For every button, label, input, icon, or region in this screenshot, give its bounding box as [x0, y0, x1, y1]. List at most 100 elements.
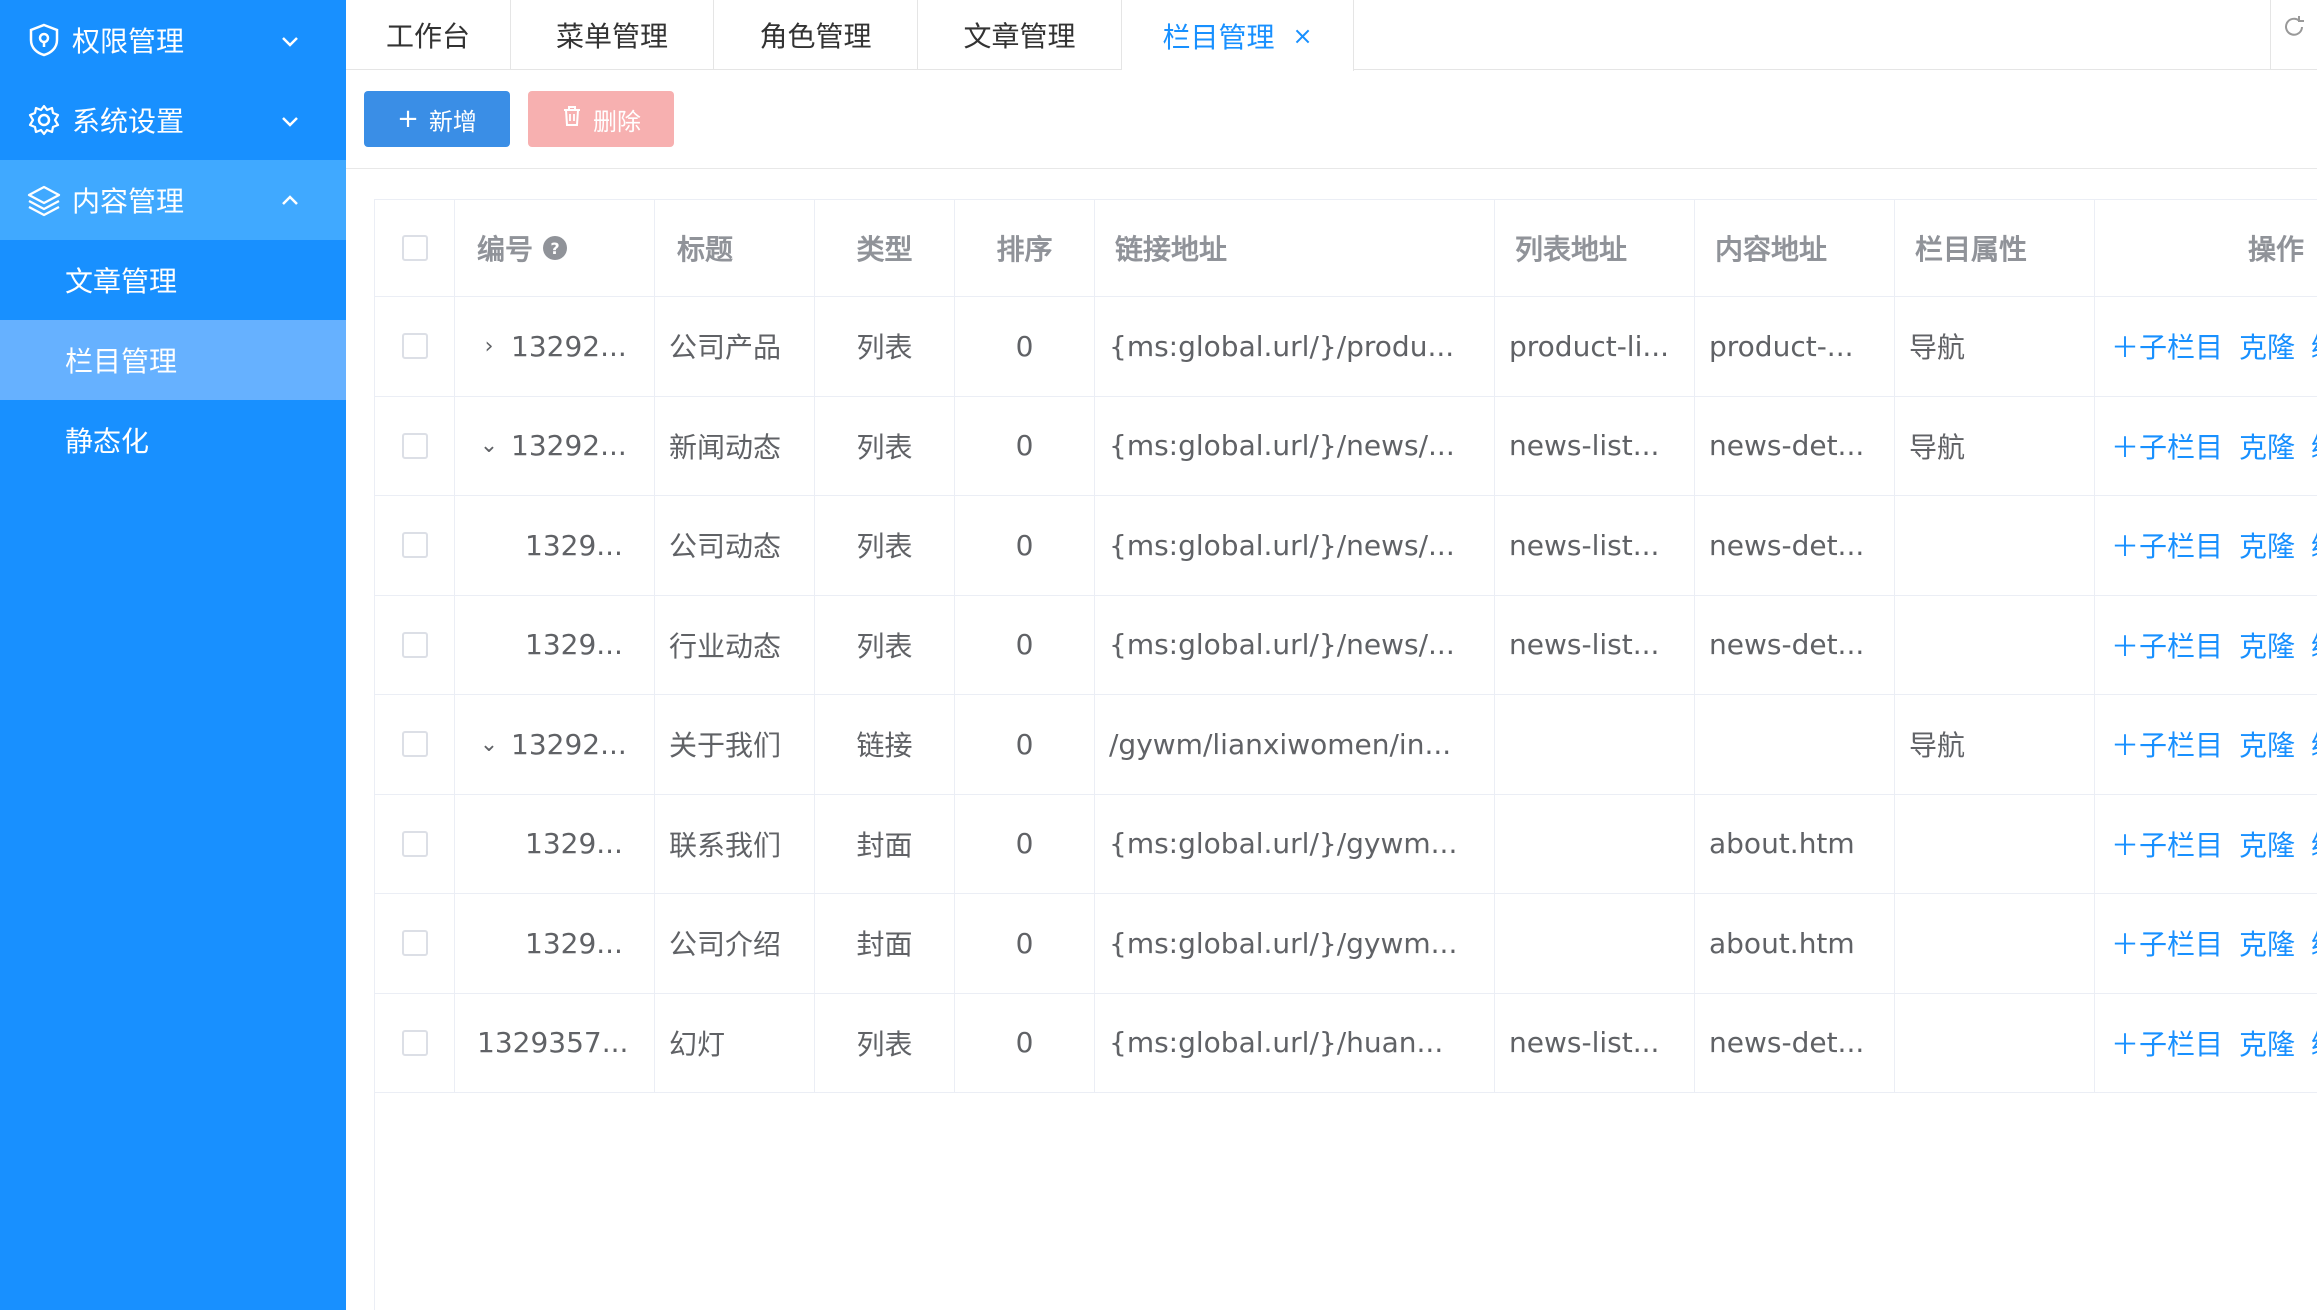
clone-link[interactable]: 克隆 — [2239, 724, 2295, 764]
chevron-down-icon — [278, 27, 302, 51]
add-subcolumn-link[interactable]: ＋子栏目 — [2111, 625, 2223, 665]
cell-link-text: {ms:global.url/}/huan... — [1109, 1026, 1444, 1060]
cell-content-url: news-det... — [1695, 595, 1895, 694]
clone-link[interactable]: 克隆 — [2239, 1023, 2295, 1063]
edit-link[interactable]: 编 — [2311, 923, 2317, 963]
add-button[interactable]: + 新增 — [364, 91, 510, 147]
row-checkbox[interactable] — [401, 1029, 428, 1056]
tab-label: 角色管理 — [759, 20, 872, 53]
add-subcolumn-link[interactable]: ＋子栏目 — [2111, 923, 2223, 963]
add-subcolumn-link[interactable]: ＋子栏目 — [2111, 426, 2223, 466]
cell-type-text: 封面 — [856, 828, 913, 862]
cell-list-url: news-list... — [1495, 396, 1695, 495]
cell-title: 公司动态 — [655, 496, 815, 595]
row-checkbox[interactable] — [401, 333, 428, 360]
sidebar-item-label: 文章管理 — [65, 265, 178, 298]
tab-menu-management[interactable]: 菜单管理 — [511, 0, 714, 70]
header-actions-label: 操作 — [2247, 233, 2304, 266]
clone-link[interactable]: 克隆 — [2239, 824, 2295, 864]
row-checkbox[interactable] — [401, 432, 428, 459]
close-icon[interactable]: × — [1292, 22, 1312, 50]
row-select-cell — [375, 396, 455, 495]
sidebar-group-system-settings[interactable]: 系统设置 — [0, 80, 346, 160]
sidebar-item-columns[interactable]: 栏目管理 — [0, 320, 346, 400]
clone-link[interactable]: 克隆 — [2239, 326, 2295, 366]
cell-attr: 导航 — [1895, 695, 2095, 794]
edit-link[interactable]: 编 — [2311, 625, 2317, 665]
edit-link[interactable]: 编 — [2311, 824, 2317, 864]
help-icon[interactable]: ? — [543, 236, 568, 260]
edit-link[interactable]: 编 — [2311, 426, 2317, 466]
cell-id-text: 1329... — [525, 926, 623, 960]
clone-link[interactable]: 克隆 — [2239, 525, 2295, 565]
sidebar-item-static[interactable]: 静态化 — [0, 400, 346, 480]
add-subcolumn-link[interactable]: ＋子栏目 — [2111, 525, 2223, 565]
tab-column-management[interactable]: 栏目管理 × — [1122, 0, 1354, 71]
cell-attr: 导航 — [1895, 297, 2095, 396]
edit-link[interactable]: 编 — [2311, 525, 2317, 565]
add-subcolumn-link[interactable]: ＋子栏目 — [2111, 1023, 2223, 1063]
edit-link[interactable]: 编 — [2311, 326, 2317, 366]
row-checkbox[interactable] — [401, 631, 428, 658]
cell-sort-text: 0 — [1015, 628, 1034, 662]
cell-list-url-text: news-list... — [1509, 1026, 1660, 1060]
clone-link[interactable]: 克隆 — [2239, 923, 2295, 963]
clone-link[interactable]: 克隆 — [2239, 625, 2295, 665]
refresh-icon[interactable] — [2281, 14, 2307, 46]
edit-link[interactable]: 编 — [2311, 724, 2317, 764]
header-link: 链接地址 — [1095, 200, 1495, 296]
edit-link[interactable]: 编 — [2311, 1023, 2317, 1063]
cell-list-url — [1495, 794, 1695, 893]
sidebar-group-permissions[interactable]: 权限管理 — [0, 0, 346, 80]
row-select-cell — [375, 297, 455, 396]
cell-actions: ＋子栏目克隆编 — [2095, 297, 2317, 396]
add-button-label: 新增 — [428, 107, 477, 136]
chevron-down-icon — [278, 107, 302, 131]
chevron-down-icon[interactable]: ⌄ — [477, 433, 501, 458]
cell-title-text: 新闻动态 — [669, 430, 782, 464]
cell-sort-text: 0 — [1015, 827, 1034, 861]
cell-type: 列表 — [815, 297, 955, 396]
cell-link: /gywm/lianxiwomen/in... — [1095, 695, 1495, 794]
add-subcolumn-link[interactable]: ＋子栏目 — [2111, 724, 2223, 764]
cell-content-url: product-... — [1695, 297, 1895, 396]
row-checkbox[interactable] — [401, 731, 428, 758]
cell-sort: 0 — [955, 695, 1095, 794]
cell-link: {ms:global.url/}/news/... — [1095, 396, 1495, 495]
cell-attr — [1895, 595, 2095, 694]
cell-id: 1329... — [455, 595, 655, 694]
cell-id-text: 1329... — [525, 827, 623, 861]
cell-list-url: product-li... — [1495, 297, 1695, 396]
tab-workbench[interactable]: 工作台 — [346, 0, 511, 70]
cell-type: 列表 — [815, 396, 955, 495]
cell-list-url-text: news-list... — [1509, 528, 1660, 562]
tab-article-management[interactable]: 文章管理 — [918, 0, 1122, 70]
row-checkbox[interactable] — [401, 532, 428, 559]
delete-button[interactable]: 删除 — [528, 91, 674, 147]
table-row: 1329357... 幻灯 列表 0 {ms:global.url/}/huan... n… — [375, 993, 2317, 1093]
add-subcolumn-link[interactable]: ＋子栏目 — [2111, 326, 2223, 366]
cell-sort: 0 — [955, 297, 1095, 396]
header-sort-label: 排序 — [996, 233, 1053, 266]
chevron-down-icon[interactable]: ⌄ — [477, 732, 501, 757]
clone-link[interactable]: 克隆 — [2239, 426, 2295, 466]
cell-content-url-text: news-det... — [1709, 429, 1865, 463]
header-link-label: 链接地址 — [1115, 233, 1228, 266]
header-type: 类型 — [815, 200, 955, 296]
layers-icon — [26, 182, 62, 218]
chevron-right-icon[interactable]: › — [477, 334, 501, 359]
sidebar-item-articles[interactable]: 文章管理 — [0, 240, 346, 320]
sidebar-group-content[interactable]: 内容管理 — [0, 160, 346, 240]
row-checkbox[interactable] — [401, 830, 428, 857]
cell-attr — [1895, 894, 2095, 993]
header-title: 标题 — [655, 200, 815, 296]
cell-type: 封面 — [815, 794, 955, 893]
select-all-checkbox[interactable] — [401, 235, 428, 261]
tab-role-management[interactable]: 角色管理 — [714, 0, 918, 70]
header-id: 编号 ? — [455, 200, 655, 296]
add-subcolumn-link[interactable]: ＋子栏目 — [2111, 824, 2223, 864]
row-checkbox[interactable] — [401, 930, 428, 957]
header-attr-label: 栏目属性 — [1915, 233, 2028, 266]
cell-id: 1329357... — [455, 993, 655, 1092]
cell-sort: 0 — [955, 894, 1095, 993]
